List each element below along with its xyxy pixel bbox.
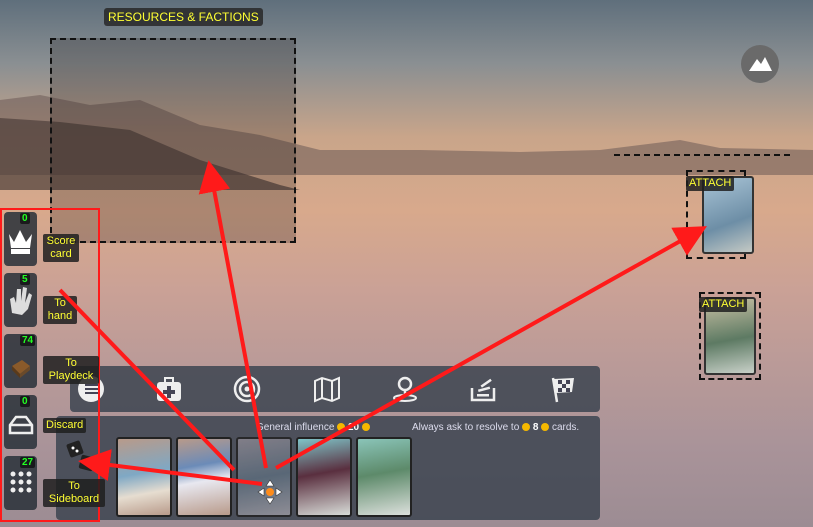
hand-card-2[interactable]	[176, 437, 232, 517]
stack-icon[interactable]	[468, 374, 498, 404]
hand-card-5[interactable]	[356, 437, 412, 517]
resolve-plus-icon[interactable]	[522, 423, 531, 432]
move-target-icon[interactable]	[256, 478, 284, 506]
always-ask-suffix: cards.	[551, 422, 580, 433]
resolve-minus-icon[interactable]	[541, 423, 550, 432]
playdeck-pile[interactable]: 74	[4, 334, 37, 388]
general-influence-label: General influence	[256, 422, 335, 433]
hand-pile[interactable]: 5	[4, 273, 37, 327]
playdeck-count: 74	[20, 335, 36, 346]
attach-label-1: ATTACH	[686, 176, 735, 191]
discard-label: Discard	[43, 418, 87, 433]
mountain-logo-icon[interactable]	[741, 45, 779, 83]
checkered-flag-icon[interactable]	[548, 374, 578, 404]
action-toolbar	[70, 366, 600, 412]
score-count: 0	[20, 213, 30, 224]
sideboard-pile[interactable]: 27	[4, 456, 37, 510]
map-icon[interactable]	[312, 374, 342, 404]
opponent-zone-edge	[614, 154, 790, 156]
sideboard-count: 27	[20, 457, 36, 468]
first-aid-icon[interactable]	[154, 374, 184, 404]
influence-plus-icon[interactable]	[337, 423, 346, 432]
influence-minus-icon[interactable]	[361, 423, 370, 432]
general-influence-value: 20	[347, 422, 360, 433]
score-label: Score card	[43, 234, 79, 262]
resources-factions-label: RESOURCES & FACTIONS	[104, 8, 263, 26]
hand-count: 5	[20, 274, 30, 285]
hand-label: To hand	[43, 296, 77, 324]
location-pin-icon[interactable]	[390, 374, 420, 404]
score-pile[interactable]: 0	[4, 212, 37, 266]
hand-card-4[interactable]	[296, 437, 352, 517]
discard-count: 0	[20, 396, 30, 407]
hand-card-1[interactable]	[116, 437, 172, 517]
sideboard-label: To Sideboard	[43, 479, 105, 507]
attach-label-2: ATTACH	[699, 297, 748, 312]
resolve-settings: Always ask to resolve to 8 cards.	[412, 422, 579, 433]
always-ask-label: Always ask to resolve to	[412, 422, 520, 433]
always-ask-value: 8	[532, 422, 539, 433]
playdeck-label: To Playdeck	[43, 356, 99, 384]
discard-pile[interactable]: 0	[4, 395, 37, 449]
target-icon[interactable]	[232, 374, 262, 404]
general-influence: General influence 20	[256, 422, 370, 433]
